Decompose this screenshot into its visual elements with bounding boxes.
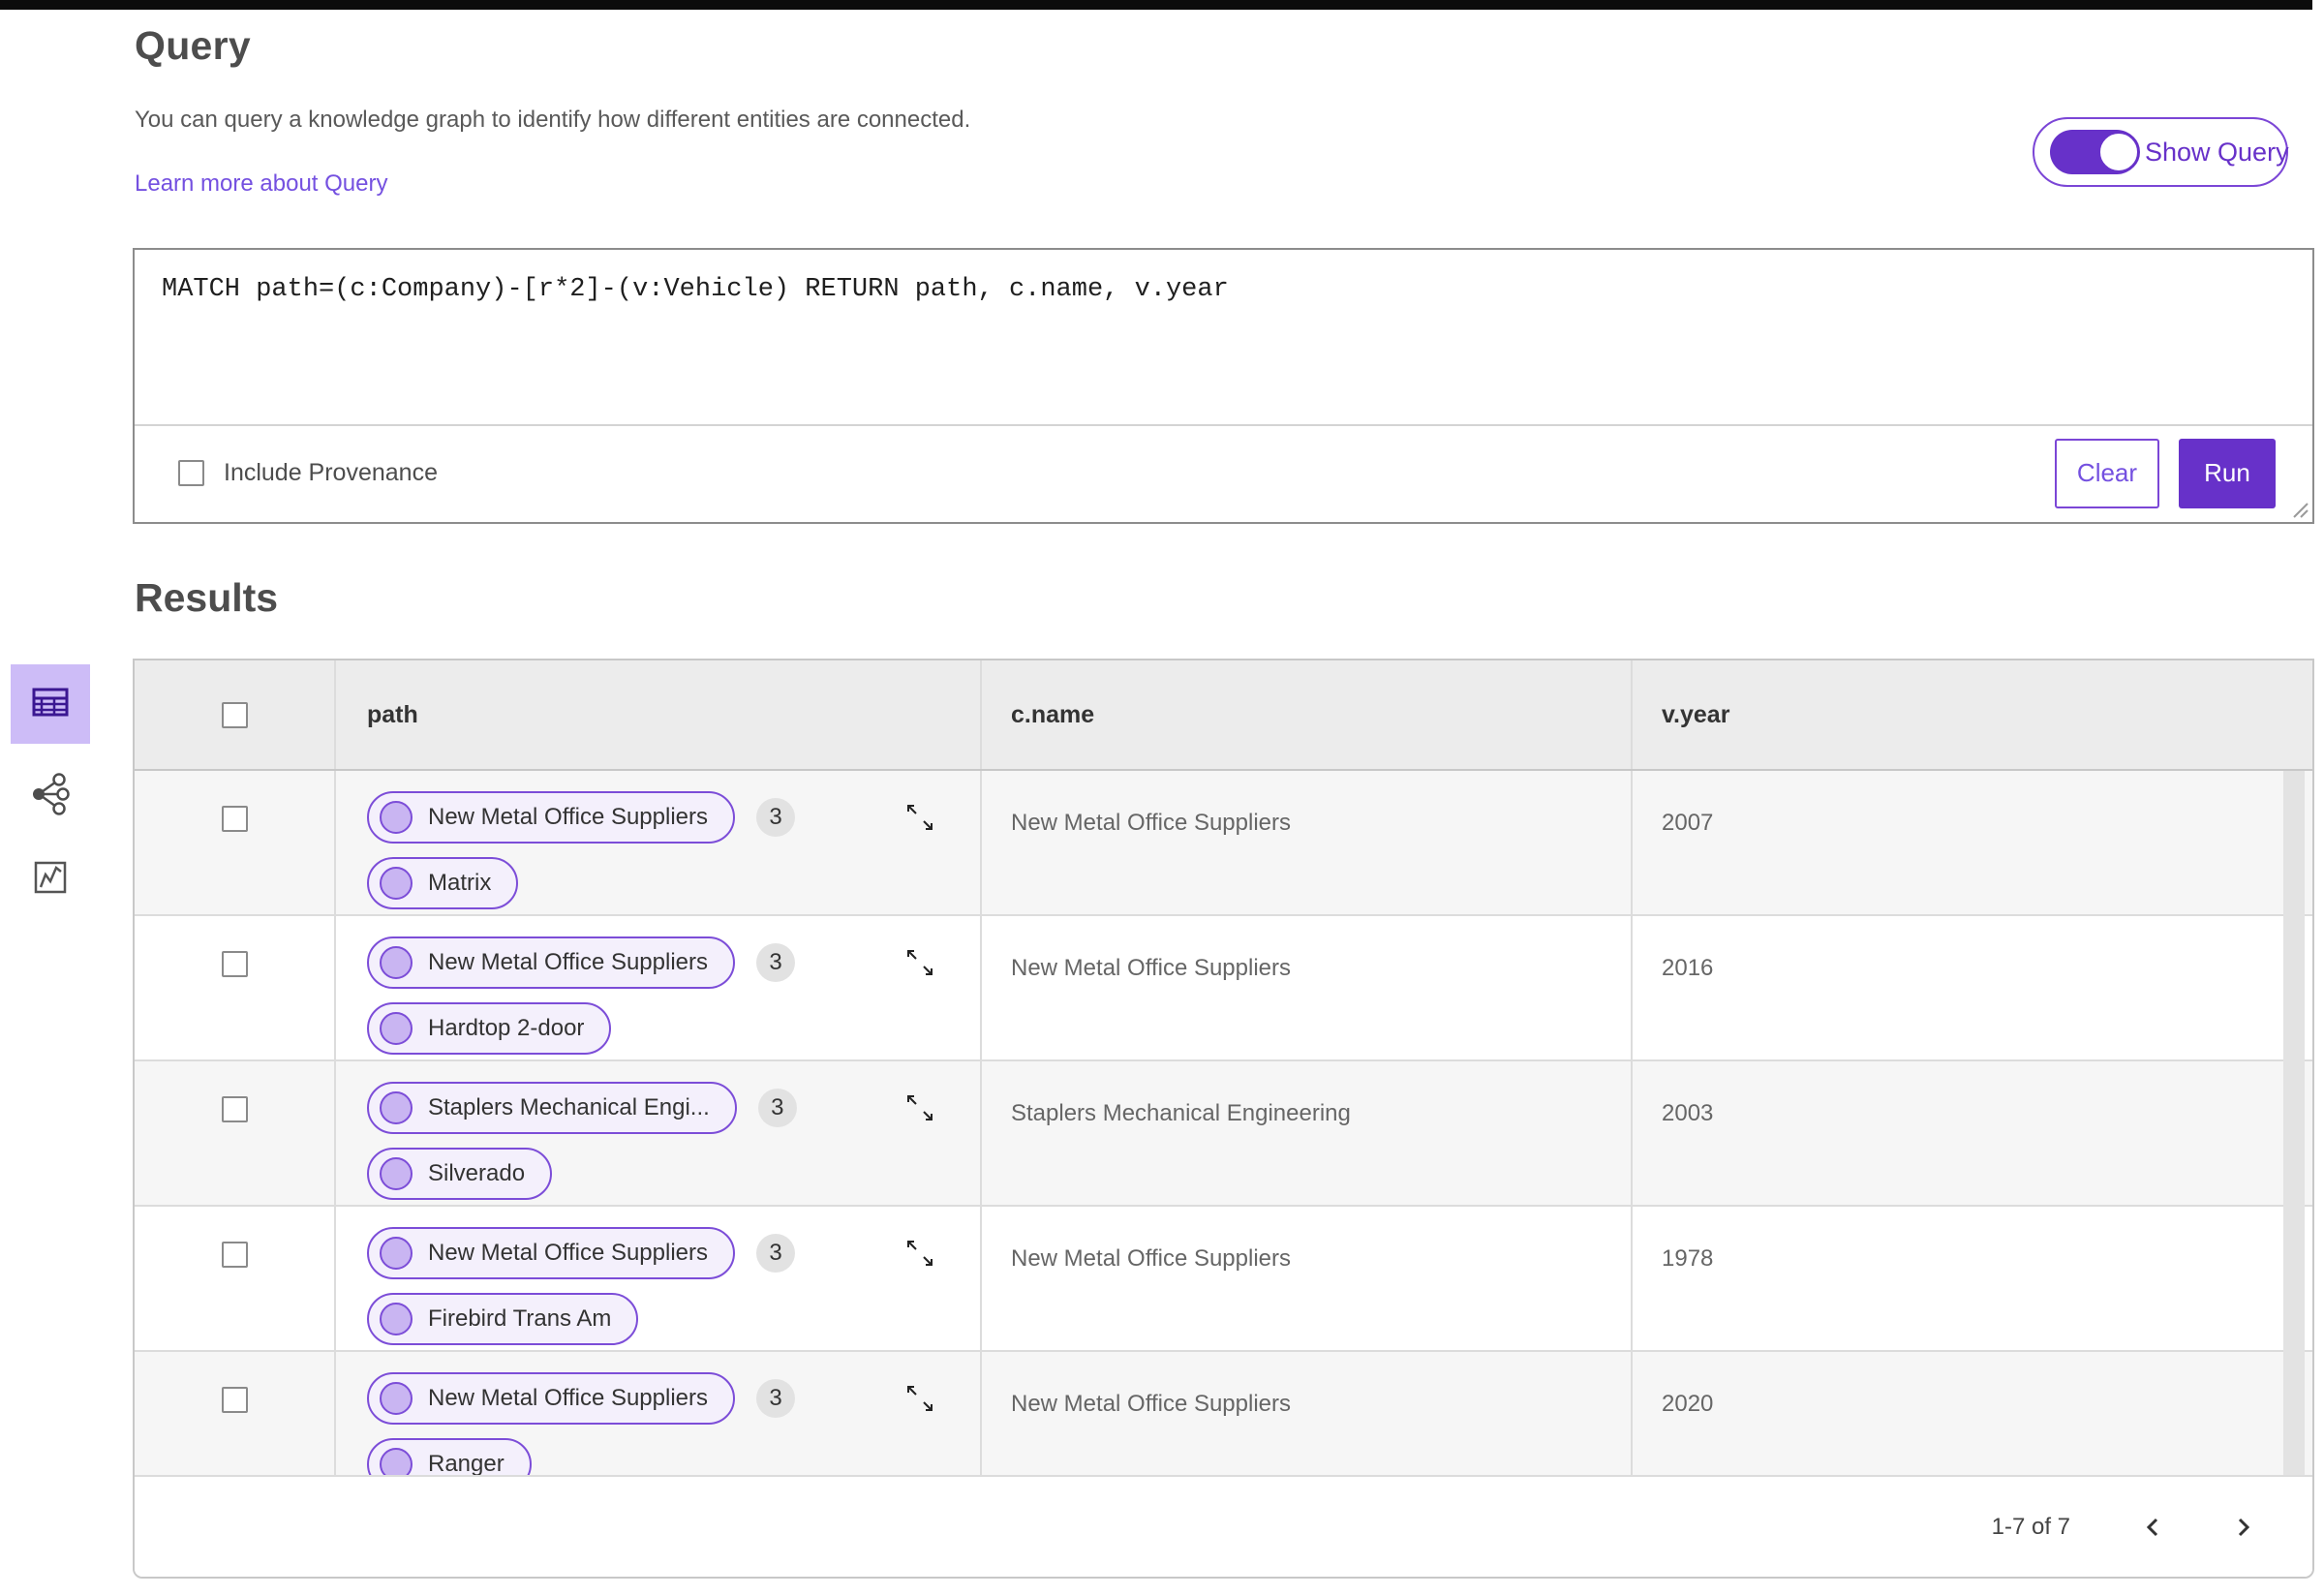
path-start-node-pill[interactable]: New Metal Office Suppliers <box>367 1227 736 1279</box>
table-row: New Metal Office Suppliers 3 Ranger New … <box>135 1352 2312 1475</box>
table-row: New Metal Office Suppliers 3 Matrix New … <box>135 771 2312 916</box>
cell-vyear: 2016 <box>1631 916 2312 1059</box>
node-dot-icon <box>380 1157 413 1190</box>
cell-vyear: 1978 <box>1631 1207 2312 1350</box>
vertical-scrollbar[interactable] <box>2283 771 2305 1475</box>
column-header-path: path <box>334 660 980 769</box>
cell-cname: New Metal Office Suppliers <box>980 1207 1631 1350</box>
cell-cname: New Metal Office Suppliers <box>980 1352 1631 1475</box>
path-start-node-pill[interactable]: New Metal Office Suppliers <box>367 936 736 989</box>
row-checkbox[interactable] <box>221 951 248 977</box>
include-provenance-label: Include Provenance <box>224 459 438 486</box>
path-hop-count-badge: 3 <box>756 1234 796 1273</box>
path-start-node-pill[interactable]: New Metal Office Suppliers <box>367 791 736 844</box>
page-description: You can query a knowledge graph to ident… <box>135 107 971 133</box>
header-checkbox-cell <box>135 660 334 769</box>
cell-cname: New Metal Office Suppliers <box>980 916 1631 1059</box>
node-dot-icon <box>380 801 413 834</box>
path-start-node-pill[interactable]: New Metal Office Suppliers <box>367 1372 736 1425</box>
path-hop-count-badge: 3 <box>756 1379 796 1418</box>
expand-diagonal-arrows-icon[interactable] <box>902 945 937 980</box>
row-checkbox[interactable] <box>221 1242 248 1268</box>
query-panel: MATCH path=(c:Company)-[r*2]-(v:Vehicle)… <box>133 248 2314 524</box>
row-checkbox[interactable] <box>221 1096 248 1122</box>
path-hop-count-badge: 3 <box>756 798 796 837</box>
cell-cname: Staplers Mechanical Engineering <box>980 1061 1631 1205</box>
node-dot-icon <box>380 1237 413 1270</box>
node-dot-icon <box>380 946 413 979</box>
path-start-node-pill[interactable]: Staplers Mechanical Engi... <box>367 1082 737 1134</box>
textarea-resize-grip-icon[interactable] <box>2290 500 2309 519</box>
include-provenance-checkbox[interactable] <box>178 460 204 486</box>
cell-vyear: 2020 <box>1631 1352 2312 1475</box>
row-checkbox[interactable] <box>221 1387 248 1413</box>
column-header-cname: c.name <box>980 660 1631 769</box>
table-row: New Metal Office Suppliers 3 Firebird Tr… <box>135 1207 2312 1352</box>
query-panel-footer: Include Provenance Clear Run <box>135 426 2312 520</box>
table-view-icon <box>30 683 71 726</box>
row-checkbox[interactable] <box>221 806 248 832</box>
node-dot-icon <box>380 1303 413 1335</box>
column-header-vyear: v.year <box>1631 660 2312 769</box>
table-body: New Metal Office Suppliers 3 Matrix New … <box>135 771 2312 1475</box>
node-dot-icon <box>380 1012 413 1045</box>
results-table: path c.name v.year New Metal Office Supp… <box>133 659 2314 1579</box>
clear-button[interactable]: Clear <box>2055 438 2159 508</box>
cell-cname: New Metal Office Suppliers <box>980 771 1631 914</box>
path-hop-count-badge: 3 <box>756 943 796 982</box>
chart-view-icon <box>31 858 70 902</box>
cell-vyear: 2007 <box>1631 771 2312 914</box>
table-row: New Metal Office Suppliers 3 Hardtop 2-d… <box>135 916 2312 1061</box>
show-query-toggle[interactable]: Show Query <box>2033 117 2289 187</box>
graph-network-icon <box>29 772 72 820</box>
node-dot-icon <box>380 1448 413 1475</box>
path-end-node-pill[interactable]: Firebird Trans Am <box>367 1293 639 1345</box>
table-header-row: path c.name v.year <box>135 660 2312 771</box>
node-dot-icon <box>380 867 413 900</box>
cell-vyear: 2003 <box>1631 1061 2312 1205</box>
expand-diagonal-arrows-icon[interactable] <box>902 800 937 835</box>
results-title: Results <box>135 575 279 620</box>
view-toggle-chart[interactable] <box>11 856 90 903</box>
table-pagination-footer: 1-7 of 7 <box>135 1475 2312 1577</box>
select-all-checkbox[interactable] <box>221 701 248 728</box>
view-toggle-graph[interactable] <box>11 772 90 820</box>
pagination-range-label: 1-7 of 7 <box>1991 1513 2070 1540</box>
path-end-node-pill[interactable]: Ranger <box>367 1438 532 1475</box>
run-button[interactable]: Run <box>2179 438 2276 508</box>
results-view-rail <box>11 664 90 893</box>
toggle-track[interactable] <box>2050 130 2140 174</box>
chevron-left-icon[interactable] <box>2134 1508 2173 1547</box>
chevron-right-icon[interactable] <box>2223 1508 2262 1547</box>
top-black-bar <box>0 0 2312 10</box>
table-row: Staplers Mechanical Engi... 3 Silverado … <box>135 1061 2312 1207</box>
query-editor[interactable]: MATCH path=(c:Company)-[r*2]-(v:Vehicle)… <box>135 250 2312 426</box>
expand-diagonal-arrows-icon[interactable] <box>902 1381 937 1416</box>
view-toggle-table[interactable] <box>11 664 90 744</box>
path-end-node-pill[interactable]: Hardtop 2-door <box>367 1002 612 1055</box>
path-hop-count-badge: 3 <box>757 1089 797 1127</box>
path-end-node-pill[interactable]: Matrix <box>367 857 519 909</box>
page-title: Query <box>135 23 251 68</box>
node-dot-icon <box>380 1382 413 1415</box>
path-end-node-pill[interactable]: Silverado <box>367 1148 553 1200</box>
learn-more-link[interactable]: Learn more about Query <box>135 170 387 198</box>
toggle-knob[interactable] <box>2097 131 2140 173</box>
node-dot-icon <box>380 1091 413 1124</box>
expand-diagonal-arrows-icon[interactable] <box>902 1236 937 1271</box>
expand-diagonal-arrows-icon[interactable] <box>902 1090 937 1125</box>
show-query-label: Show Query <box>2145 137 2289 167</box>
